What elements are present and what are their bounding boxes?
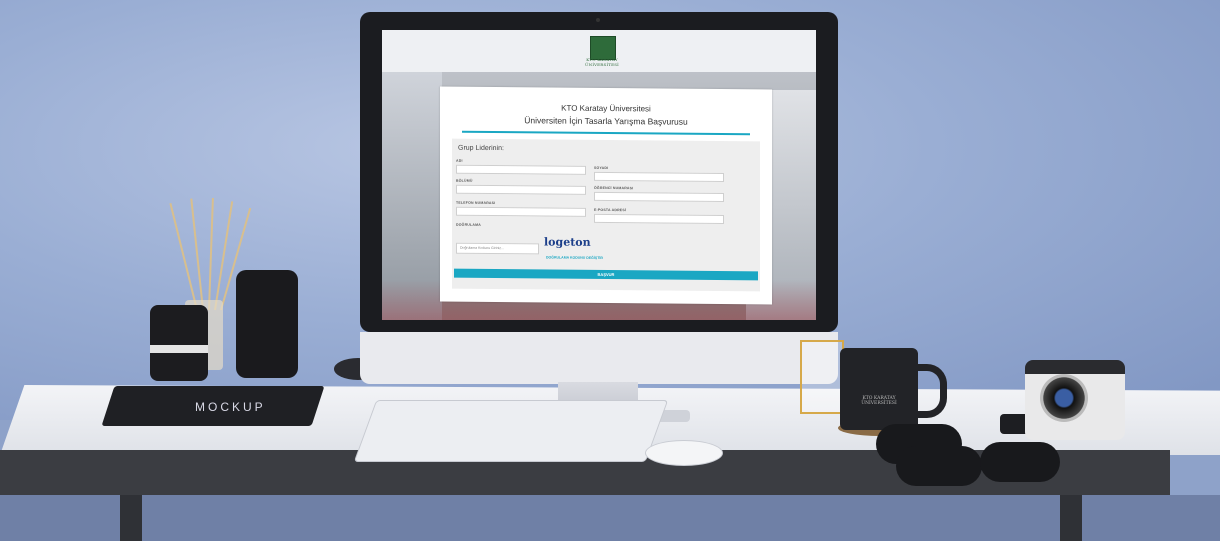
desk-leg xyxy=(1060,495,1082,541)
form-title: KTO Karatay Üniversitesi xyxy=(561,103,651,114)
label-ad: ADI xyxy=(456,158,463,163)
webcam-dot xyxy=(596,18,600,22)
monitor-bezel: KTO KARATAY ÜNİVERSİTESİ KTO Karatay Üni… xyxy=(360,12,838,332)
header-strip: KTO KARATAY ÜNİVERSİTESİ xyxy=(382,30,816,72)
title-underline xyxy=(462,130,750,136)
form-panel: Grup Liderinin: ADI SOYADI BÖLÜMÜ ÖĞRENC… xyxy=(452,138,760,292)
logo-text: KTO KARATAY ÜNİVERSİTESİ xyxy=(585,57,619,67)
floor xyxy=(0,495,1220,541)
captcha-refresh-link[interactable]: DOĞRULAMA KODUNU DEĞİŞTİR xyxy=(546,255,603,259)
notebook-title: MOCKUP xyxy=(195,400,266,414)
mug xyxy=(840,348,918,430)
ogrenci-no-input[interactable] xyxy=(594,191,724,203)
label-telefon: TELEFON NUMARASI xyxy=(456,200,496,206)
group-leader-heading: Grup Liderinin: xyxy=(458,144,504,153)
captcha-input[interactable]: Doğrulama Kodunu Giriniz... xyxy=(456,242,539,255)
headphone-cup xyxy=(896,446,982,486)
soyad-input[interactable] xyxy=(594,171,724,183)
application-form-card: KTO Karatay Üniversitesi Üniversiten İçi… xyxy=(440,86,772,305)
camera-lens-small xyxy=(150,305,208,381)
desk-leg xyxy=(120,495,142,541)
mouse xyxy=(645,440,723,466)
camera-lens-large xyxy=(236,270,298,378)
captcha-image: logeton xyxy=(544,235,591,249)
label-bolum: BÖLÜMÜ xyxy=(456,178,473,183)
label-dogrulama: DOĞRULAMA xyxy=(456,222,481,227)
bolum-input[interactable] xyxy=(456,184,586,195)
eposta-input[interactable] xyxy=(594,213,724,225)
label-eposta: E-POSTA ADRESİ xyxy=(594,207,627,213)
camera-lens-icon xyxy=(1040,374,1088,422)
headphone-band xyxy=(980,442,1060,482)
monitor-chin xyxy=(360,332,838,384)
form-subtitle: Üniversiten İçin Tasarla Yarışma Başvuru… xyxy=(524,115,688,127)
keyboard xyxy=(353,400,669,462)
telefon-input[interactable] xyxy=(456,206,586,217)
submit-button[interactable]: BAŞVUR xyxy=(454,268,758,281)
candle-holder xyxy=(800,340,844,414)
ad-input[interactable] xyxy=(456,164,586,175)
mug-logo-text: KTO KARATAY ÜNİVERSİTESİ xyxy=(861,396,897,406)
monitor-screen: KTO KARATAY ÜNİVERSİTESİ KTO Karatay Üni… xyxy=(382,30,816,320)
monitor: KTO KARATAY ÜNİVERSİTESİ KTO Karatay Üni… xyxy=(360,12,838,384)
mug-handle xyxy=(910,364,947,418)
label-ogrenci-no: ÖĞRENCİ NUMARASI xyxy=(594,185,634,191)
label-soyad: SOYADI xyxy=(594,165,609,171)
